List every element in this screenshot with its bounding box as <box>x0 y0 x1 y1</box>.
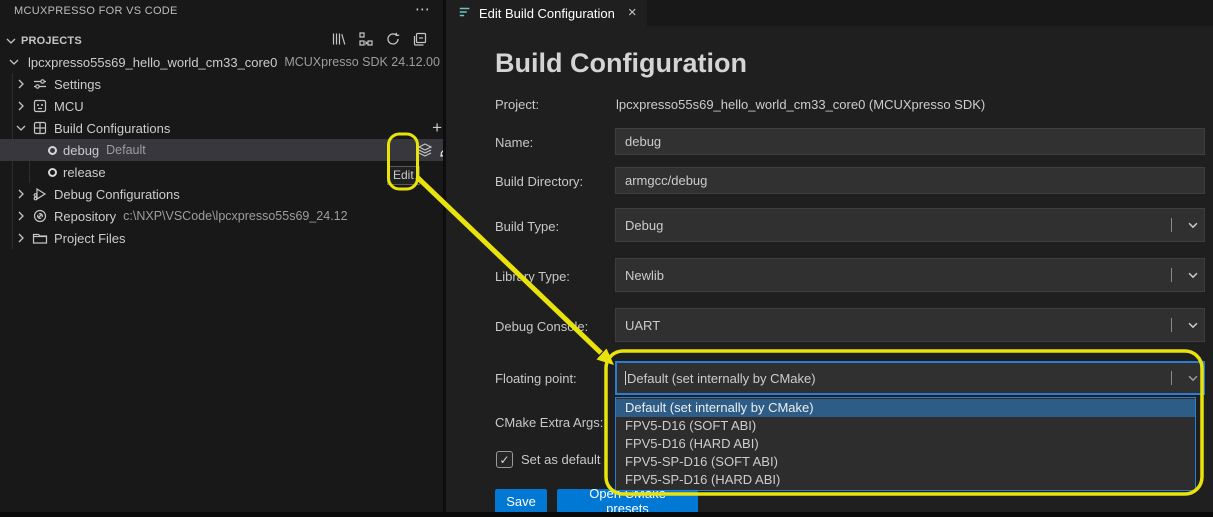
tree-item-debug-configurations[interactable]: Debug Configurations <box>0 183 457 205</box>
save-button[interactable]: Save <box>495 489 547 513</box>
debug-console-select[interactable]: UART <box>615 308 1205 342</box>
tree-item-label: Build Configurations <box>54 121 170 136</box>
project-sdk-version: MCUXpresso SDK 24.12.00 <box>284 55 440 69</box>
chevron-down-icon[interactable] <box>1182 268 1204 282</box>
name-label: Name: <box>495 135 533 150</box>
folder-icon <box>32 230 48 246</box>
chevron-right-icon[interactable] <box>13 230 29 246</box>
window-bottom-edge <box>0 512 1213 517</box>
chevron-down-icon[interactable] <box>1182 371 1204 385</box>
chevron-down-icon <box>3 33 19 49</box>
close-icon[interactable]: × <box>628 6 637 20</box>
tree-item-label: Debug Configurations <box>54 187 180 202</box>
build-directory-label: Build Directory: <box>495 174 583 189</box>
library-type-value: Newlib <box>625 268 1171 283</box>
tree-item-project-files[interactable]: Project Files <box>0 227 457 249</box>
chevron-down-icon[interactable] <box>1182 318 1204 332</box>
chevron-right-icon[interactable] <box>13 208 29 224</box>
floating-point-listbox: Default (set internally by CMake)FPV5-D1… <box>615 397 1196 491</box>
tab-edit-build-configuration[interactable]: Edit Build Configuration × <box>446 0 647 26</box>
import-project-icon[interactable] <box>358 31 374 47</box>
tree-item-label: debug <box>63 143 99 158</box>
repository-path: c:\NXP\VSCode\lpcxpresso55s69_24.12 <box>123 209 347 223</box>
open-cmake-presets-button[interactable]: Open CMake presets <box>557 489 698 513</box>
project-value: lpcxpresso55s69_hello_world_cm33_core0 (… <box>616 97 985 112</box>
tree-item-settings[interactable]: Settings <box>0 73 457 95</box>
floating-point-option[interactable]: FPV5-D16 (HARD ABI) <box>616 435 1195 453</box>
edit-tooltip: Edit <box>387 166 420 185</box>
build-configurations-icon <box>32 120 48 136</box>
debug-console-label: Debug Console: <box>495 319 588 334</box>
floating-point-value: Default (set internally by CMake) <box>627 371 1171 386</box>
floating-point-label: Floating point: <box>495 371 577 386</box>
text-cursor <box>625 371 626 385</box>
library-type-label: Library Type: <box>495 269 570 284</box>
floating-point-option[interactable]: FPV5-SP-D16 (HARD ABI) <box>616 471 1195 489</box>
floating-point-option[interactable]: FPV5-D16 (SOFT ABI) <box>616 417 1195 435</box>
tab-label: Edit Build Configuration <box>479 6 615 21</box>
tree-item-repository[interactable]: Repository c:\NXP\VSCode\lpcxpresso55s69… <box>0 205 457 227</box>
more-actions-icon[interactable]: ⋯ <box>415 2 430 18</box>
list-settings-icon <box>458 5 472 22</box>
refresh-icon[interactable] <box>385 31 401 47</box>
build-type-label: Build Type: <box>495 219 559 234</box>
floating-point-select[interactable]: Default (set internally by CMake) <box>615 361 1205 395</box>
mcu-chip-icon <box>32 98 48 114</box>
tree-item-label: Settings <box>54 77 101 92</box>
project-name: lpcxpresso55s69_hello_world_cm33_core0 <box>28 55 277 70</box>
repository-link-icon <box>32 208 48 224</box>
build-type-value: Debug <box>625 218 1171 233</box>
chevron-down-icon[interactable] <box>6 54 22 70</box>
collapse-all-icon[interactable] <box>412 31 428 47</box>
layers-icon[interactable] <box>417 142 433 158</box>
tree-item-label: release <box>63 165 106 180</box>
projects-toolbar <box>331 31 428 47</box>
default-badge: Default <box>106 143 146 157</box>
set-as-default-label: Set as default <box>521 452 601 467</box>
chevron-down-icon[interactable] <box>13 120 29 136</box>
build-type-select[interactable]: Debug <box>615 208 1205 242</box>
name-input[interactable]: debug <box>615 128 1205 155</box>
debug-console-value: UART <box>625 318 1171 333</box>
tree-item-label: Repository <box>54 209 116 224</box>
tree-item-mcu[interactable]: MCU <box>0 95 457 117</box>
floating-point-option[interactable]: FPV5-SP-D16 (SOFT ABI) <box>616 453 1195 471</box>
library-icon[interactable] <box>331 31 347 47</box>
add-build-configuration-icon[interactable]: + <box>432 119 442 137</box>
tree-item-label: MCU <box>54 99 84 114</box>
config-bullet-icon <box>48 168 57 177</box>
library-type-select[interactable]: Newlib <box>615 258 1205 292</box>
chevron-right-icon[interactable] <box>13 76 29 92</box>
cmake-extra-args-label: CMake Extra Args: <box>495 415 603 430</box>
page-title: Build Configuration <box>495 48 747 79</box>
tree-item-label: Project Files <box>54 231 126 246</box>
chevron-right-icon[interactable] <box>13 98 29 114</box>
floating-point-option[interactable]: Default (set internally by CMake) <box>616 399 1195 417</box>
settings-sliders-icon <box>32 76 48 92</box>
config-bullet-icon <box>48 146 57 155</box>
tree-item-project-root[interactable]: lpcxpresso55s69_hello_world_cm33_core0 M… <box>0 51 450 73</box>
project-label: Project: <box>495 97 539 112</box>
set-as-default-checkbox[interactable]: ✓ <box>496 451 513 468</box>
chevron-down-icon[interactable] <box>1182 218 1204 232</box>
sidebar-title: MCUXPRESSO FOR VS CODE <box>14 5 178 17</box>
check-icon: ✓ <box>499 453 509 467</box>
editor-tab-bar: Edit Build Configuration × <box>446 0 1213 26</box>
mcuxpresso-vscode-window: MCUXPRESSO FOR VS CODE ⋯ PROJECTS <box>0 0 1213 517</box>
debug-configurations-icon <box>32 186 48 202</box>
sidebar: MCUXPRESSO FOR VS CODE ⋯ PROJECTS <box>0 0 444 512</box>
projects-section-label: PROJECTS <box>21 35 82 47</box>
tree-item-debug-config[interactable]: debug Default <box>0 139 492 161</box>
tree-item-build-configurations[interactable]: Build Configurations + <box>0 117 457 139</box>
build-directory-input[interactable]: armgcc/debug <box>615 167 1205 194</box>
chevron-right-icon[interactable] <box>13 186 29 202</box>
